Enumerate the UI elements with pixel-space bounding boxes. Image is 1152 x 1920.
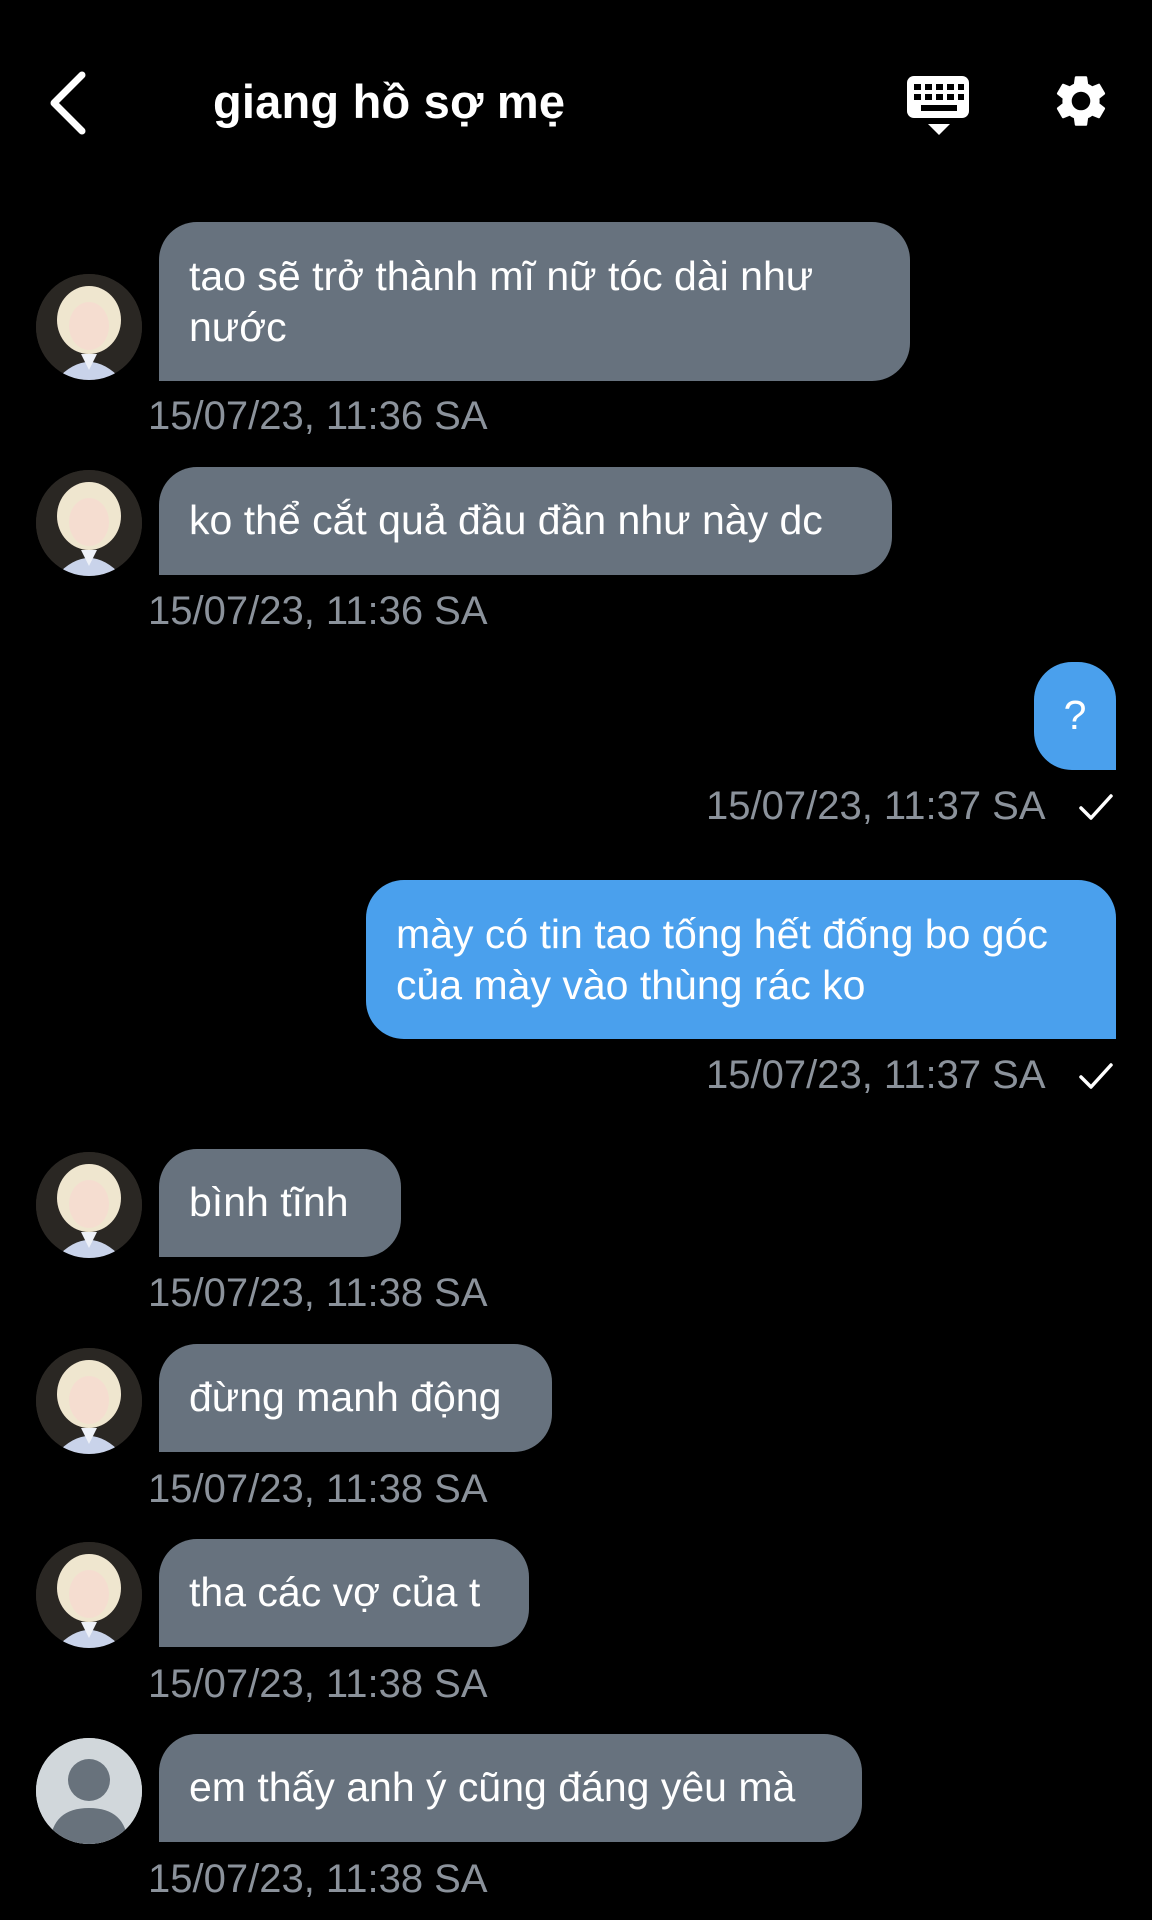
chevron-left-icon — [50, 71, 86, 135]
message-timestamp: 15/07/23, 11:37 SA — [706, 1053, 1046, 1097]
photo-avatar[interactable] — [36, 1542, 142, 1648]
photo-avatar-image — [36, 470, 142, 576]
message-text: ko thể cắt quả đầu đần như này dc — [189, 497, 823, 543]
photo-avatar[interactable] — [36, 1152, 142, 1258]
message-bubble[interactable]: tha các vợ của t — [159, 1539, 529, 1647]
back-button[interactable] — [40, 68, 96, 138]
message-text: em thấy anh ý cũng đáng yêu mà — [189, 1764, 796, 1810]
message-text: đừng manh động — [189, 1374, 502, 1420]
photo-avatar-image — [36, 1348, 142, 1454]
message-timestamp: 15/07/23, 11:37 SA — [706, 784, 1046, 828]
settings-button[interactable] — [1050, 70, 1112, 132]
message-timestamp: 15/07/23, 11:38 SA — [148, 1662, 488, 1706]
message-bubble[interactable]: ko thể cắt quả đầu đần như này dc — [159, 467, 892, 575]
message-timestamp: 15/07/23, 11:38 SA — [148, 1857, 488, 1901]
message-bubble[interactable]: mày có tin tao tống hết đống bo góc của … — [366, 880, 1116, 1039]
checkmark-icon — [1079, 1063, 1113, 1089]
message-text: mày có tin tao tống hết đống bo góc của … — [396, 911, 1048, 1008]
photo-avatar[interactable] — [36, 274, 142, 380]
user-silhouette-icon — [36, 1738, 142, 1844]
message-text: tha các vợ của t — [189, 1569, 481, 1615]
message-timestamp: 15/07/23, 11:36 SA — [148, 394, 488, 438]
message-bubble[interactable]: em thấy anh ý cũng đáng yêu mà — [159, 1734, 862, 1842]
message-bubble[interactable]: đừng manh động — [159, 1344, 552, 1452]
chat-title: giang hồ sợ mẹ — [213, 75, 566, 128]
gear-icon — [1056, 76, 1106, 126]
default-user-avatar[interactable] — [36, 1738, 142, 1844]
checkmark-icon — [1079, 794, 1113, 820]
message-text: ? — [1063, 692, 1087, 738]
photo-avatar[interactable] — [36, 1348, 142, 1454]
photo-avatar-image — [36, 1542, 142, 1648]
chat-header: giang hồ sợ mẹ — [0, 0, 1152, 190]
message-text: bình tĩnh — [189, 1179, 349, 1225]
message-timestamp: 15/07/23, 11:38 SA — [148, 1271, 488, 1315]
photo-avatar-image — [36, 1152, 142, 1258]
message-timestamp: 15/07/23, 11:36 SA — [148, 589, 488, 633]
message-bubble[interactable]: tao sẽ trở thành mĩ nữ tóc dài như nước — [159, 222, 910, 381]
keyboard-hide-icon — [907, 76, 969, 135]
message-timestamp: 15/07/23, 11:38 SA — [148, 1467, 488, 1511]
message-bubble[interactable]: bình tĩnh — [159, 1149, 401, 1257]
keyboard-toggle-button[interactable] — [905, 72, 973, 138]
message-text: tao sẽ trở thành mĩ nữ tóc dài như nước — [189, 253, 814, 350]
photo-avatar-image — [36, 274, 142, 380]
message-bubble[interactable]: ? — [1034, 662, 1116, 770]
photo-avatar[interactable] — [36, 470, 142, 576]
